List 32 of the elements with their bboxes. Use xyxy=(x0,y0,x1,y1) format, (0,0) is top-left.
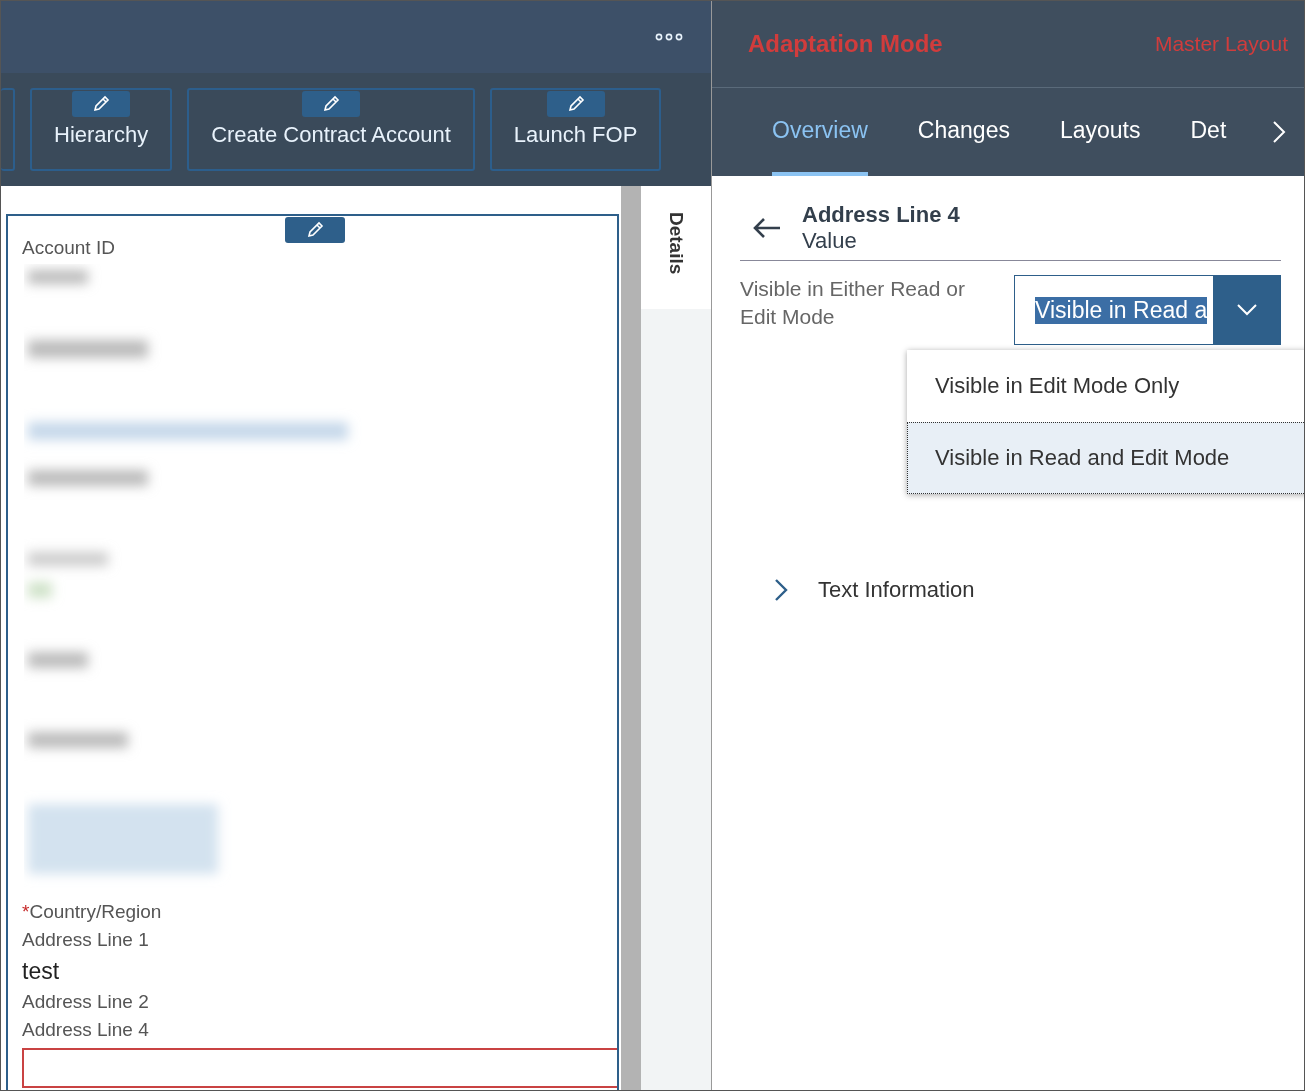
more-icon[interactable] xyxy=(655,33,683,41)
field-label: *Country/Region xyxy=(22,900,163,924)
back-arrow-icon[interactable] xyxy=(752,216,782,240)
toolbar-button[interactable]: Create Contract Account xyxy=(187,88,475,171)
pencil-icon xyxy=(306,221,324,239)
dropdown-option[interactable]: Visible in Edit Mode Only xyxy=(907,350,1304,422)
tab[interactable]: Overview xyxy=(772,88,868,176)
field-heading: Address Line 4 xyxy=(802,202,960,228)
visibility-select[interactable]: Visible in Read a xyxy=(1014,275,1281,345)
tab[interactable]: Layouts xyxy=(1059,88,1141,176)
field-subheading: Value xyxy=(802,228,858,254)
chevron-right-icon[interactable] xyxy=(774,578,788,602)
toolbar-button[interactable]: Launch FOP xyxy=(489,88,662,171)
field-label: Account ID xyxy=(22,236,116,260)
tab[interactable]: Det xyxy=(1190,88,1227,176)
pencil-icon xyxy=(92,95,111,113)
layout-name: Master Layout xyxy=(1154,32,1288,56)
tab[interactable]: Changes xyxy=(917,88,1010,176)
field-label: Address Line 4 xyxy=(22,1018,150,1042)
chevron-down-icon xyxy=(1235,303,1258,317)
field-label: Address Line 1 xyxy=(22,928,150,952)
scrollbar[interactable] xyxy=(621,186,641,1090)
setting-label: Visible in Either Read or Edit Mode xyxy=(740,276,966,330)
mode-title: Adaptation Mode xyxy=(748,30,943,58)
pencil-icon xyxy=(566,95,585,113)
dropdown-option[interactable]: Visible in Read and Edit Mode xyxy=(907,422,1304,494)
field-value: test xyxy=(22,957,61,986)
input-field[interactable] xyxy=(22,1048,617,1088)
toolbar-button[interactable]: Hierarchy xyxy=(30,88,173,171)
field-label: Address Line 2 xyxy=(22,990,150,1014)
section-title[interactable]: Text Information xyxy=(818,577,975,603)
pencil-icon xyxy=(322,95,340,113)
